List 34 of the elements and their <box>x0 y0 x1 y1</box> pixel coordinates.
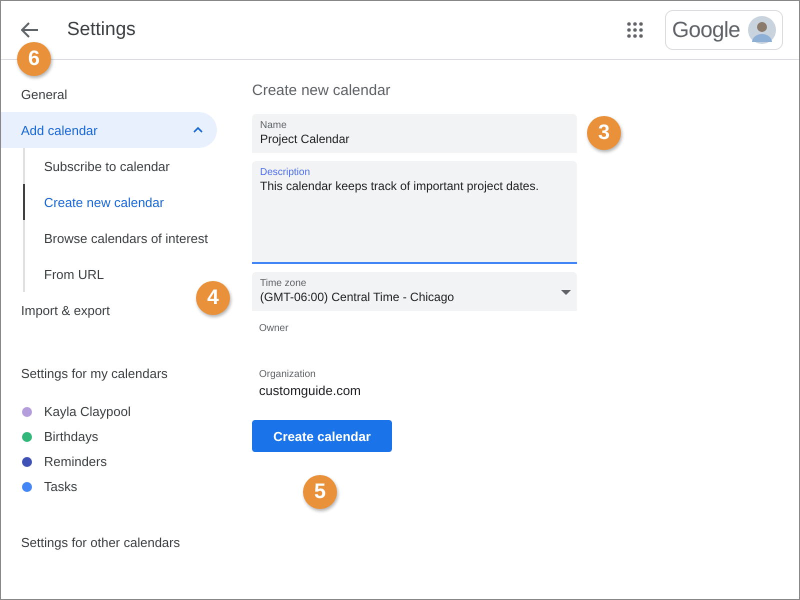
description-field[interactable]: Description This calendar keeps track of important project dates. <box>252 161 577 264</box>
chevron-icon <box>193 127 203 133</box>
create-calendar-button[interactable]: Create calendar <box>252 420 392 452</box>
page-title: Settings <box>67 19 136 41</box>
calendar-name[interactable]: Birthdays <box>44 429 98 444</box>
apps-grid-icon <box>627 22 644 38</box>
account-badge[interactable]: Google <box>665 10 783 50</box>
sidebar-subitem[interactable]: Subscribe to calendar <box>23 148 174 184</box>
back-button[interactable] <box>19 20 41 40</box>
section-heading: Settings for other calendars <box>20 534 181 552</box>
field-label: Organization <box>259 369 317 380</box>
field-value: customguide.com <box>259 383 362 398</box>
google-logo: Google <box>672 17 740 43</box>
sidebar-subitem[interactable]: From URL <box>23 256 108 292</box>
calendar-name[interactable]: Tasks <box>44 479 78 494</box>
sidebar-item[interactable]: General <box>1 76 82 112</box>
calendar-name[interactable]: Reminders <box>44 454 107 469</box>
caret-icon <box>561 290 571 295</box>
avatar-icon <box>748 16 776 44</box>
step-callout: 6 <box>17 42 51 76</box>
time-zone-dropdown[interactable]: Time zone (GMT-06:00) Central Time - Chicago <box>252 272 577 311</box>
sidebar-item[interactable]: Add calendar <box>1 112 217 148</box>
sidebar-subitem[interactable]: Browse calendars of interest <box>23 220 212 256</box>
step-callout: 5 <box>303 475 337 509</box>
sidebar-subitem[interactable]: Create new calendar <box>23 184 168 220</box>
step-callout: 3 <box>587 116 621 150</box>
step-callout: 4 <box>196 281 230 315</box>
form-title: Create new calendar <box>252 82 392 99</box>
back-arrow-icon <box>21 22 39 38</box>
name-field[interactable]: Name Project Calendar <box>252 114 577 153</box>
sidebar-item[interactable]: Import & export <box>1 292 124 328</box>
calendar-name[interactable]: Kayla Claypool <box>44 404 131 419</box>
section-heading: Settings for my calendars <box>20 365 169 383</box>
field-label: Owner <box>259 323 290 334</box>
